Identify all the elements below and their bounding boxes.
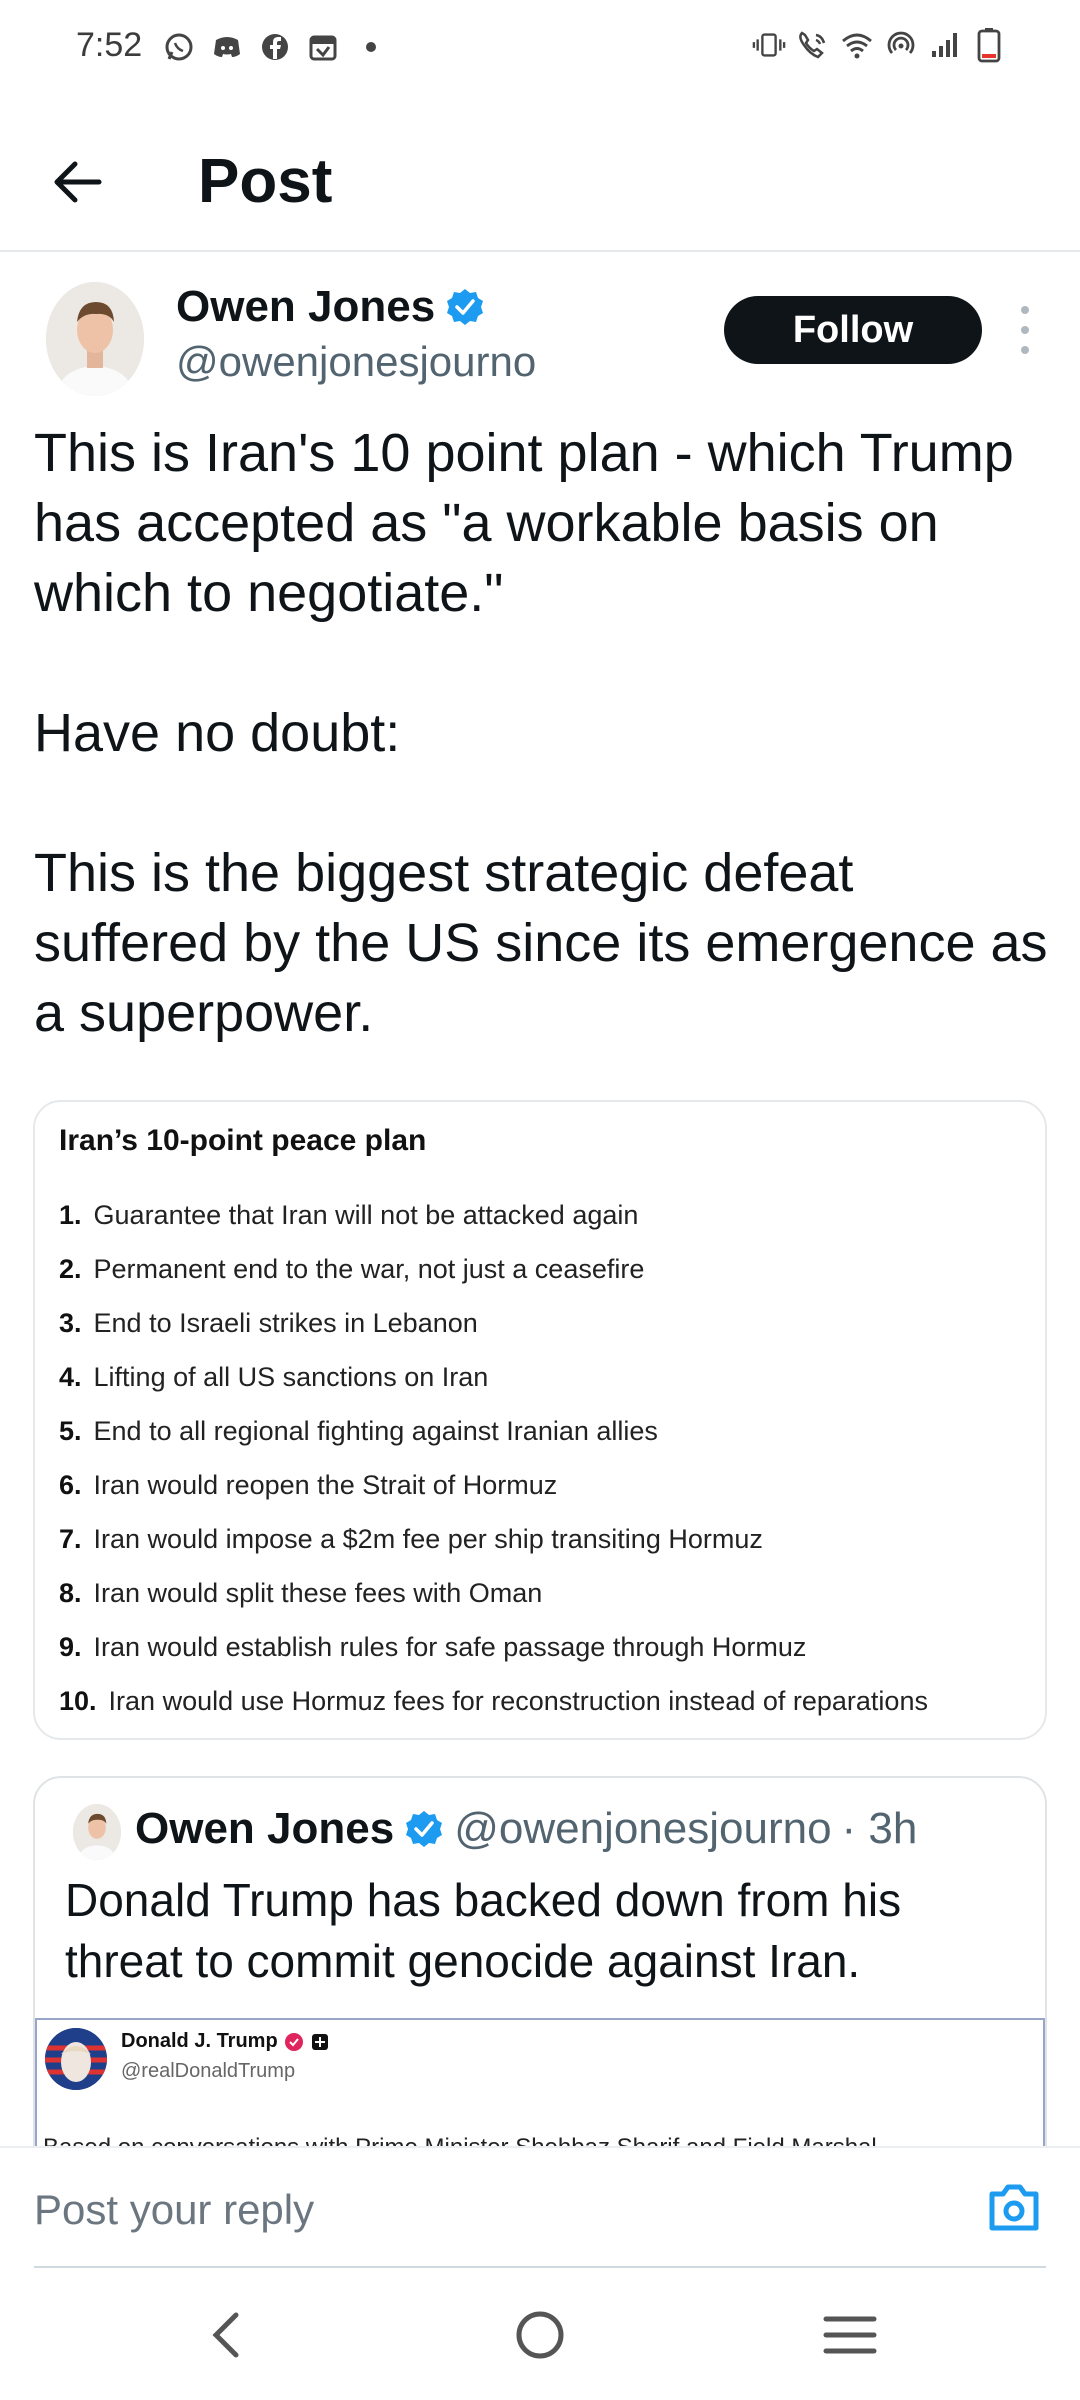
plan-item-text: Iran would impose a $2m fee per ship tra… bbox=[93, 1523, 763, 1554]
plan-item-number: 7. bbox=[59, 1523, 82, 1554]
embed-author-handle: @realDonaldTrump bbox=[121, 2060, 296, 2082]
app-header: Post bbox=[0, 110, 1080, 252]
plan-item-number: 8. bbox=[59, 1577, 82, 1608]
quoted-post-text: Donald Trump has backed down from his th… bbox=[65, 1874, 902, 1987]
plan-item-number: 9. bbox=[59, 1631, 82, 1662]
signal-icon bbox=[928, 28, 962, 62]
plan-item-number: 4. bbox=[59, 1361, 82, 1392]
plan-item-text: Guarantee that Iran will not be attacked… bbox=[93, 1199, 639, 1230]
system-nav-bar bbox=[0, 2270, 1080, 2400]
camera-icon bbox=[989, 2184, 1039, 2231]
plan-item-text: Lifting of all US sanctions on Iran bbox=[93, 1361, 489, 1392]
plan-item-number: 6. bbox=[59, 1469, 82, 1500]
plan-item: 4. Lifting of all US sanctions on Iran bbox=[59, 1350, 1039, 1404]
page-title: Post bbox=[198, 147, 333, 216]
plan-item: 9. Iran would establish rules for safe pa… bbox=[59, 1620, 1039, 1674]
quoted-post-time: · 3h bbox=[841, 1804, 918, 1853]
plan-item: 3. End to Israeli strikes in Lebanon bbox=[59, 1296, 1039, 1350]
more-dot bbox=[1021, 306, 1029, 314]
author-name-text: Owen Jones bbox=[176, 282, 436, 331]
hotspot-icon bbox=[884, 28, 918, 62]
reply-input[interactable] bbox=[34, 2182, 934, 2238]
quoted-author-avatar bbox=[73, 1804, 121, 1860]
tweet-paragraph: Have no doubt: bbox=[34, 703, 401, 763]
dot-icon bbox=[354, 30, 388, 64]
more-options-button[interactable] bbox=[1010, 306, 1040, 354]
wifi-calling-icon bbox=[796, 28, 830, 62]
plan-item-text: Iran would split these fees with Oman bbox=[93, 1577, 543, 1608]
status-bar: 7:52 bbox=[0, 0, 1080, 100]
plan-item-number: 2. bbox=[59, 1253, 82, 1284]
plan-item: 2. Permanent end to the war, not just a c… bbox=[59, 1242, 1039, 1296]
embed-avatar bbox=[45, 2028, 107, 2090]
tweet-image-card[interactable]: Iran’s 10-point peace plan 1. Guarantee t… bbox=[33, 1100, 1047, 1740]
quoted-author-name: Owen Jones bbox=[135, 1804, 395, 1853]
author-name[interactable]: Owen Jones bbox=[176, 282, 485, 332]
reply-underline bbox=[34, 2266, 1046, 2268]
author-handle[interactable]: @owenjonesjourno bbox=[176, 338, 536, 386]
home-circle-icon bbox=[516, 2311, 564, 2359]
discord-icon bbox=[210, 30, 244, 64]
affiliate-badge-icon bbox=[311, 2033, 328, 2050]
tweet-text: This is Iran's 10 point plan - which Tru… bbox=[34, 418, 1054, 1048]
chevron-left-icon bbox=[212, 2312, 239, 2358]
quoted-header: Owen Jones @owenjonesjourno · 3h bbox=[135, 1804, 917, 1854]
status-left-icons bbox=[162, 30, 388, 64]
verified-badge-icon bbox=[284, 2032, 303, 2051]
plan-item: 6. Iran would reopen the Strait of Hormuz bbox=[59, 1458, 1039, 1512]
embed-author-name: Donald J. Trump bbox=[121, 2030, 330, 2053]
facebook-icon bbox=[258, 30, 292, 64]
vibrate-icon bbox=[752, 28, 786, 62]
status-time: 7:52 bbox=[76, 26, 143, 64]
plan-title: Iran’s 10-point peace plan bbox=[59, 1124, 427, 1157]
plan-item: 8. Iran would split these fees with Oman bbox=[59, 1566, 1039, 1620]
plan-item: 10. Iran would use Hormuz fees for recons… bbox=[59, 1674, 1039, 1728]
plan-item-text: End to all regional fighting against Ira… bbox=[93, 1415, 658, 1446]
plan-item-text: Iran would establish rules for safe pass… bbox=[93, 1631, 807, 1662]
plan-item-text: Iran would use Hormuz fees for reconstru… bbox=[108, 1685, 928, 1716]
plan-item-text: Permanent end to the war, not just a cea… bbox=[93, 1253, 645, 1284]
plan-item-number: 3. bbox=[59, 1307, 82, 1338]
plan-item-number: 1. bbox=[59, 1199, 82, 1230]
back-button[interactable] bbox=[42, 146, 114, 218]
plan-item-text: End to Israeli strikes in Lebanon bbox=[93, 1307, 478, 1338]
plan-item-number: 10. bbox=[59, 1685, 97, 1716]
quoted-post[interactable]: Owen Jones @owenjonesjourno · 3h Donald … bbox=[33, 1776, 1047, 2176]
plan-item: 1. Guarantee that Iran will not be attack… bbox=[59, 1188, 1039, 1242]
wifi-icon bbox=[840, 28, 874, 62]
verified-badge-icon bbox=[447, 289, 484, 325]
tweet-paragraph: This is the biggest strategic defeat suf… bbox=[34, 843, 1048, 1043]
plan-list: 1. Guarantee that Iran will not be attack… bbox=[59, 1188, 1039, 1728]
battery-icon bbox=[972, 28, 1006, 63]
calendar-icon bbox=[306, 30, 340, 64]
more-dot bbox=[1021, 346, 1029, 354]
follow-button[interactable]: Follow bbox=[724, 296, 982, 364]
plan-item-number: 5. bbox=[59, 1415, 82, 1446]
status-right-icons bbox=[752, 28, 1006, 63]
quoted-author-handle: @owenjonesjourno bbox=[454, 1804, 832, 1853]
reply-bar bbox=[0, 2146, 1080, 2268]
plan-item-text: Iran would reopen the Strait of Hormuz bbox=[93, 1469, 558, 1500]
more-dot bbox=[1021, 326, 1029, 334]
author-avatar[interactable] bbox=[46, 282, 144, 396]
nav-back-button[interactable] bbox=[186, 2300, 266, 2370]
plan-item: 7. Iran would impose a $2m fee per ship t… bbox=[59, 1512, 1039, 1566]
whatsapp-icon bbox=[162, 30, 196, 64]
verified-badge-icon bbox=[406, 1811, 443, 1847]
nav-home-button[interactable] bbox=[500, 2300, 580, 2370]
nav-recents-button[interactable] bbox=[810, 2300, 890, 2370]
menu-icon bbox=[823, 2316, 877, 2354]
embed-author-name-text: Donald J. Trump bbox=[121, 2030, 278, 2052]
camera-button[interactable] bbox=[984, 2178, 1044, 2238]
arrow-left-icon bbox=[54, 161, 102, 203]
plan-item: 5. End to all regional fighting against I… bbox=[59, 1404, 1039, 1458]
tweet-paragraph: This is Iran's 10 point plan - which Tru… bbox=[34, 423, 1014, 623]
